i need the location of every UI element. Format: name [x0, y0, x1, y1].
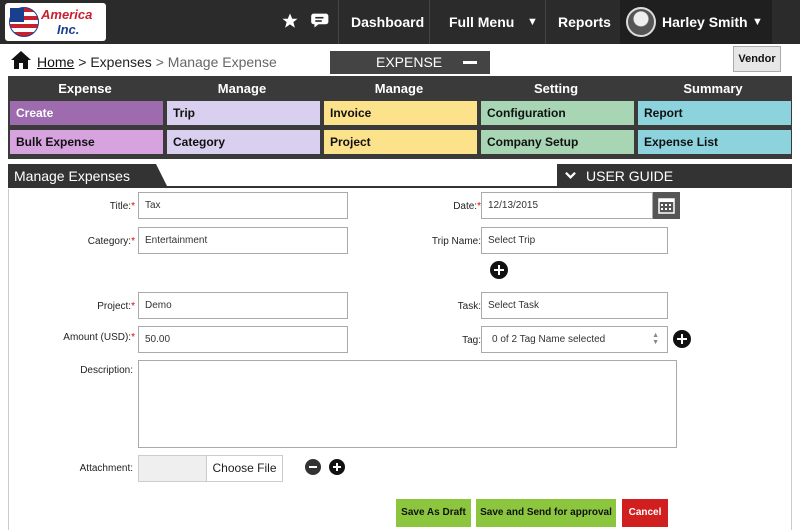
- nav-dashboard[interactable]: Dashboard: [351, 0, 424, 44]
- company-logo[interactable]: America Inc.: [5, 3, 106, 41]
- menu-item-bulk-expense[interactable]: Bulk Expense: [10, 130, 163, 154]
- menu-header-manage: Manage: [374, 81, 424, 96]
- logo-line1: America: [41, 7, 93, 22]
- description-label: Description:: [80, 365, 133, 376]
- menu-header-expense: Expense: [58, 81, 112, 96]
- trip-name-label: Trip Name:: [431, 236, 481, 247]
- menu-item-report[interactable]: Report: [638, 101, 791, 125]
- nav-full-menu[interactable]: Full Menu: [449, 0, 514, 44]
- cancel-button[interactable]: Cancel: [622, 499, 668, 527]
- file-name-display: [139, 456, 206, 481]
- tag-select-value: 0 of 2 Tag Name selected: [492, 334, 606, 345]
- menu-item-company-setup[interactable]: Company Setup: [481, 130, 634, 154]
- project-label: Project:*: [97, 301, 135, 312]
- task-label: Task:: [457, 301, 481, 312]
- attachment-file-input[interactable]: Choose File: [138, 455, 283, 482]
- add-attachment-icon[interactable]: [329, 459, 345, 475]
- chat-icon[interactable]: [311, 12, 331, 34]
- calendar-icon[interactable]: [653, 192, 680, 219]
- date-label: Date:*: [453, 201, 481, 212]
- user-guide-label: USER GUIDE: [586, 168, 674, 184]
- nav-separator: [338, 0, 339, 44]
- nav-separator: [545, 0, 546, 44]
- add-trip-icon[interactable]: [490, 261, 508, 279]
- nav-separator: [429, 0, 430, 44]
- choose-file-button[interactable]: Choose File: [206, 456, 282, 481]
- chevron-down-icon: [565, 171, 576, 179]
- description-textarea[interactable]: [138, 360, 677, 448]
- title-label: Title:*: [109, 201, 135, 212]
- breadcrumb-separator: >: [74, 54, 91, 70]
- save-and-send-button[interactable]: Save and Send for approval: [476, 499, 616, 527]
- user-caret-icon[interactable]: ▼: [752, 0, 763, 44]
- trip-select[interactable]: Select Trip: [481, 227, 668, 254]
- menu-item-trip[interactable]: Trip: [167, 101, 320, 125]
- flag-icon: [9, 7, 39, 37]
- user-name[interactable]: Harley Smith: [662, 0, 748, 44]
- menu-item-configuration[interactable]: Configuration: [481, 101, 634, 125]
- module-menu: Expense Manage Manage Setting Summary Cr…: [8, 76, 792, 159]
- module-tab-label: EXPENSE: [376, 54, 443, 70]
- menu-item-project[interactable]: Project: [324, 130, 477, 154]
- menu-item-create[interactable]: Create: [10, 101, 163, 125]
- avatar: [626, 7, 656, 37]
- breadcrumb-home-link[interactable]: Home: [37, 54, 74, 70]
- user-guide-toggle[interactable]: USER GUIDE: [557, 164, 792, 188]
- vendor-button[interactable]: Vendor: [733, 46, 781, 72]
- full-menu-caret-icon[interactable]: ▼: [527, 0, 538, 44]
- user-menu[interactable]: Harley Smith ▼: [620, 0, 772, 44]
- star-icon[interactable]: [281, 12, 299, 34]
- breadcrumb-separator: >: [151, 54, 168, 70]
- breadcrumb-expenses[interactable]: Expenses: [90, 54, 151, 70]
- add-tag-icon[interactable]: [673, 330, 691, 348]
- title-input[interactable]: [138, 192, 348, 219]
- menu-item-expense-list[interactable]: Expense List: [638, 130, 791, 154]
- amount-label: Amount (USD):*: [63, 332, 135, 343]
- save-as-draft-button[interactable]: Save As Draft: [396, 499, 471, 527]
- tag-label: Tag:: [462, 335, 481, 346]
- menu-header-manage: Manage: [217, 81, 267, 96]
- tag-multiselect[interactable]: 0 of 2 Tag Name selected ▲ ▼: [481, 326, 668, 353]
- amount-input[interactable]: [138, 326, 348, 353]
- project-select[interactable]: Demo: [138, 292, 348, 319]
- section-header: Manage Expenses USER GUIDE: [8, 164, 792, 188]
- logo-line2: Inc.: [57, 22, 80, 37]
- home-icon[interactable]: [10, 50, 32, 70]
- menu-header-summary: Summary: [683, 81, 743, 96]
- menu-item-invoice[interactable]: Invoice: [324, 101, 477, 125]
- top-navigation-bar: America Inc. Dashboard Full Menu ▼ Repor…: [0, 0, 800, 44]
- select-arrows-icon: ▲ ▼: [652, 332, 659, 346]
- category-select[interactable]: Entertainment: [138, 227, 348, 254]
- module-tab-expense[interactable]: EXPENSE: [330, 51, 490, 74]
- nav-reports[interactable]: Reports: [558, 0, 611, 44]
- section-title: Manage Expenses: [8, 164, 168, 188]
- category-label: Category:*: [87, 236, 135, 247]
- menu-item-category[interactable]: Category: [167, 130, 320, 154]
- menu-header-setting: Setting: [533, 81, 579, 96]
- date-input[interactable]: [481, 192, 653, 219]
- task-select[interactable]: Select Task: [481, 292, 668, 319]
- attachment-label: Attachment:: [79, 463, 133, 474]
- breadcrumb-current: Manage Expense: [167, 54, 277, 70]
- collapse-minus-icon[interactable]: [463, 61, 477, 64]
- remove-attachment-icon[interactable]: [305, 459, 321, 475]
